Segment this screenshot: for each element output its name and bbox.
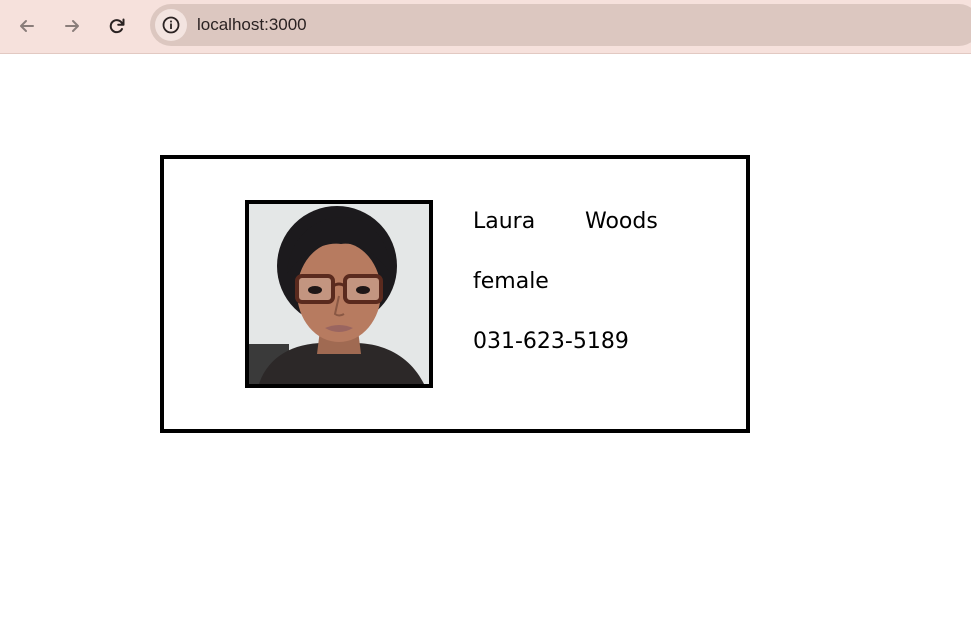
gender: female [473,269,549,294]
profile-photo [245,200,433,388]
arrow-left-icon [20,20,34,32]
phone-number: 031-623-5189 [473,329,629,354]
address-bar[interactable]: localhost:3000 [150,4,971,46]
first-name: Laura [473,209,536,234]
reload-icon [109,18,125,34]
info-icon [162,16,180,34]
forward-button[interactable] [56,10,88,42]
back-button[interactable] [11,10,43,42]
site-info-button[interactable] [155,9,187,41]
reload-button[interactable] [101,10,133,42]
browser-toolbar: localhost:3000 [0,0,971,54]
url-text: localhost:3000 [197,15,307,34]
arrow-right-icon [65,20,79,32]
last-name: Woods [585,209,658,234]
profile-card: Laura Woods female 031-623-5189 [160,155,750,433]
